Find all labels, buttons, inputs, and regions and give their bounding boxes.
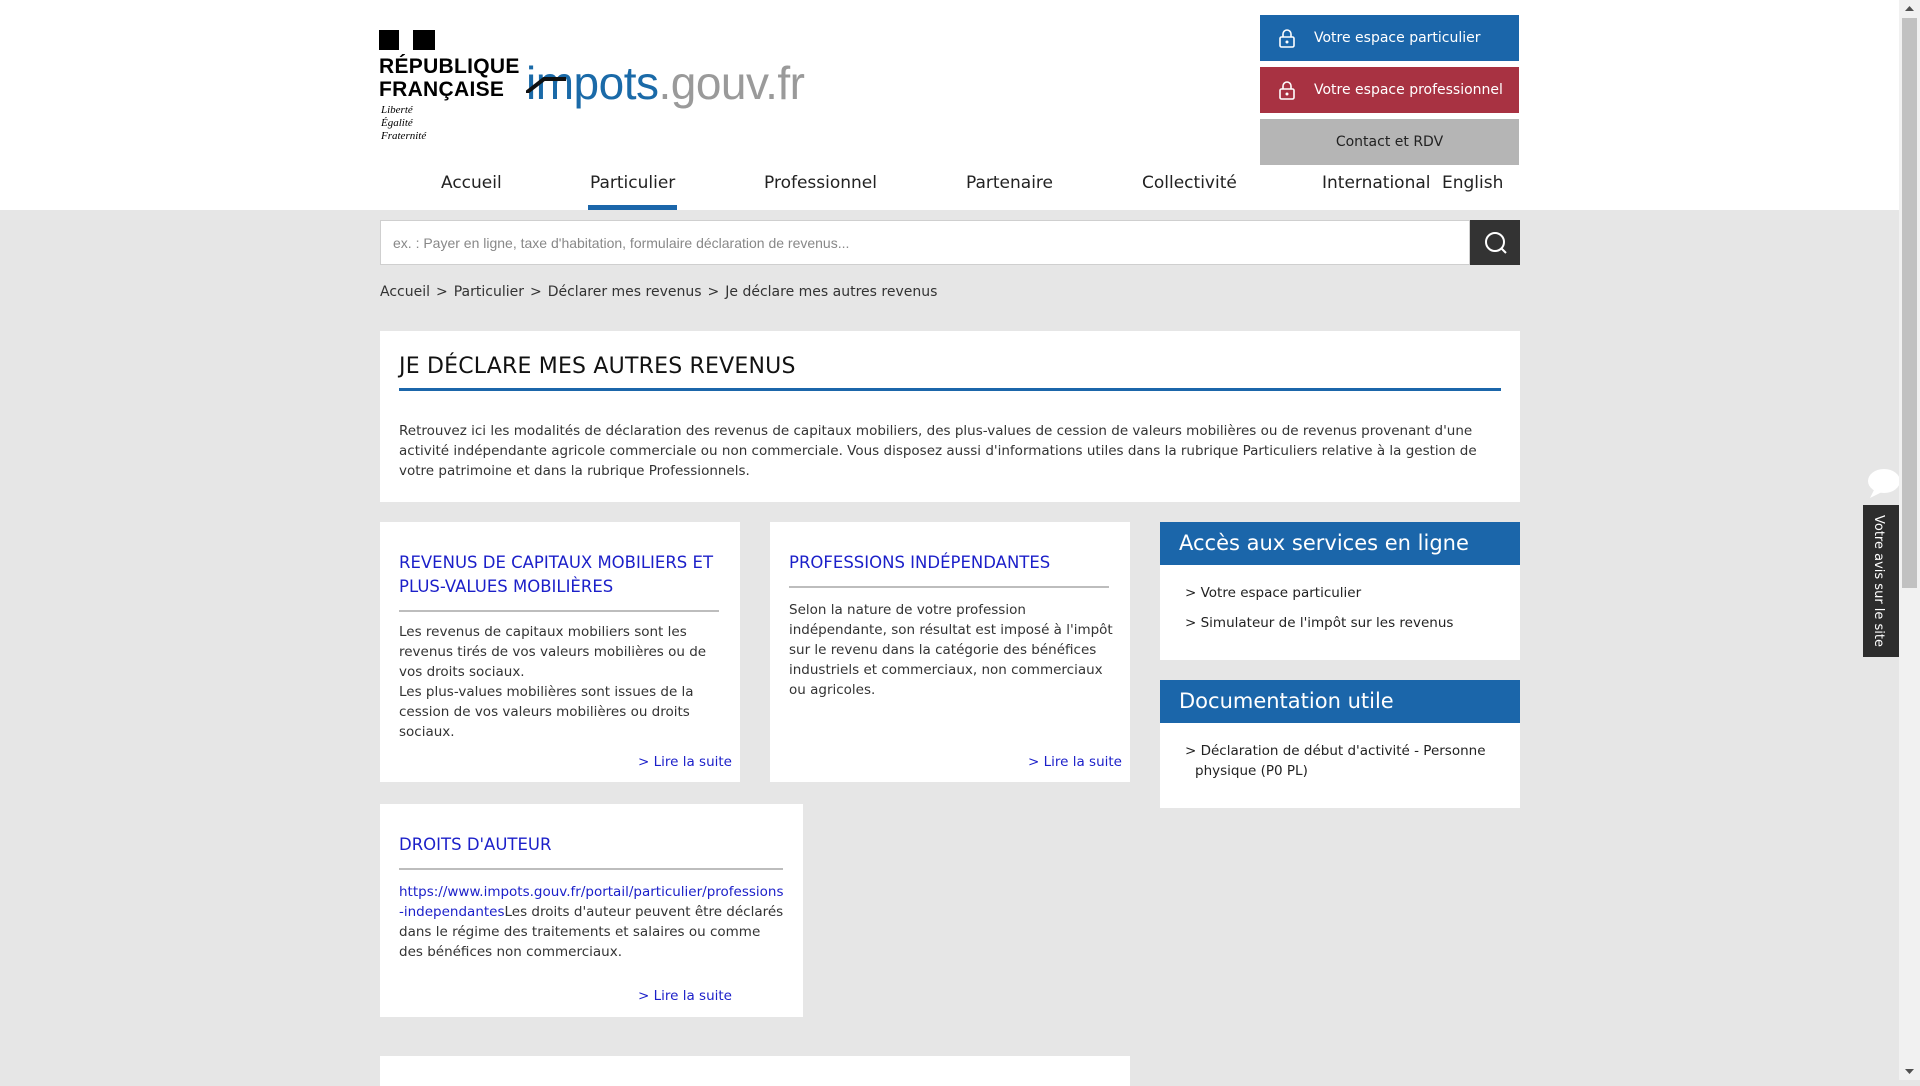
nav-english[interactable]: English <box>1442 173 1503 193</box>
nav-international[interactable]: International <box>1322 173 1431 193</box>
documentation-list: > Déclaration de début d'activité - Pers… <box>1160 723 1520 781</box>
breadcrumb-accueil[interactable]: Accueil <box>380 284 430 300</box>
nav-accueil[interactable]: Accueil <box>441 173 502 193</box>
card-divider <box>399 610 719 612</box>
arrow-up-icon[interactable] <box>1899 0 1920 17</box>
services-heading: Accès aux services en ligne <box>1160 522 1520 565</box>
services-list: > Votre espace particulier > Simulateur … <box>1160 565 1520 633</box>
sidebar-services: Accès aux services en ligne > Votre espa… <box>1160 522 1520 660</box>
logo-swoosh-icon <box>526 77 566 93</box>
scroll-thumb[interactable] <box>1902 18 1917 588</box>
espace-professionnel-button[interactable]: Votre espace professionnel <box>1260 67 1519 113</box>
speech-bubble-icon[interactable] <box>1864 466 1900 500</box>
breadcrumb-current: Je déclare mes autres revenus <box>725 284 938 300</box>
rf-name: RÉPUBLIQUE FRANÇAISE <box>379 55 520 101</box>
service-simulateur[interactable]: > Simulateur de l'impôt sur les revenus <box>1185 613 1495 633</box>
impots-gouv-logo[interactable]: impots.gouv.fr <box>526 55 805 111</box>
logo-gouv-text: .gouv.fr <box>658 57 805 109</box>
page-title: JE DÉCLARE MES AUTRES REVENUS <box>399 354 796 379</box>
marianne-icon <box>379 30 435 50</box>
feedback-label: Votre avis sur le site <box>1871 515 1886 648</box>
espace-professionnel-label: Votre espace professionnel <box>1314 82 1503 98</box>
card-capitaux-read-more[interactable]: > Lire la suite <box>638 754 732 770</box>
page-scrollbar[interactable] <box>1899 0 1920 1080</box>
republique-francaise-logo[interactable]: RÉPUBLIQUE FRANÇAISE Liberté Égalité Fra… <box>379 30 519 148</box>
card-auteur-title[interactable]: DROITS D'AUTEUR <box>399 833 783 857</box>
feedback-tab[interactable]: Votre avis sur le site <box>1863 505 1899 657</box>
search-icon <box>1485 231 1507 254</box>
breadcrumb: Accueil > Particulier > Déclarer mes revenus… <box>380 284 937 300</box>
rf-motto: Liberté Égalité Fraternité <box>381 104 427 142</box>
title-underline <box>399 388 1501 391</box>
intro-panel: JE DÉCLARE MES AUTRES REVENUS Retrouvez … <box>380 331 1520 502</box>
documentation-heading: Documentation utile <box>1160 680 1520 723</box>
espace-particulier-label: Votre espace particulier <box>1314 30 1481 46</box>
card-divider <box>399 868 783 870</box>
contact-rdv-button[interactable]: Contact et RDV <box>1260 119 1519 165</box>
card-capitaux-mobiliers: REVENUS DE CAPITAUX MOBILIERS ET PLUS-VA… <box>380 522 740 782</box>
nav-partenaire[interactable]: Partenaire <box>966 173 1053 193</box>
contact-rdv-label: Contact et RDV <box>1335 134 1444 150</box>
card-divider <box>789 586 1109 588</box>
card-capitaux-title[interactable]: REVENUS DE CAPITAUX MOBILIERS ET PLUS-VA… <box>399 551 719 599</box>
nav-professionnel[interactable]: Professionnel <box>764 173 877 193</box>
search-bar <box>380 220 1520 265</box>
breadcrumb-separator: > <box>529 284 542 300</box>
card-droits-auteur: DROITS D'AUTEUR https://www.impots.gouv.… <box>380 804 803 1017</box>
card-auteur-read-more[interactable]: > Lire la suite <box>638 988 732 1004</box>
card-independantes-title[interactable]: PROFESSIONS INDÉPENDANTES <box>789 551 1109 575</box>
search-button[interactable] <box>1470 220 1520 265</box>
breadcrumb-particulier[interactable]: Particulier <box>454 284 524 300</box>
service-espace-particulier[interactable]: > Votre espace particulier <box>1185 583 1495 603</box>
doc-declaration-debut-activite[interactable]: > Déclaration de début d'activité - Pers… <box>1185 741 1495 781</box>
search-input[interactable] <box>380 220 1470 265</box>
breadcrumb-separator: > <box>707 284 720 300</box>
intro-text: Retrouvez ici les modalités de déclarati… <box>399 423 1477 479</box>
lock-icon <box>1279 29 1295 48</box>
espace-particulier-button[interactable]: Votre espace particulier <box>1260 15 1519 61</box>
card-independantes-read-more[interactable]: > Lire la suite <box>1028 754 1122 770</box>
card-auteur-text: https://www.impots.gouv.fr/portail/parti… <box>399 882 784 962</box>
site-header: RÉPUBLIQUE FRANÇAISE Liberté Égalité Fra… <box>0 0 1899 210</box>
nav-collectivite[interactable]: Collectivité <box>1142 173 1237 193</box>
breadcrumb-separator: > <box>436 284 448 300</box>
card-capitaux-text: Les revenus de capitaux mobiliers sont l… <box>399 624 707 740</box>
card-partial <box>380 1056 1130 1086</box>
lock-icon <box>1279 81 1295 100</box>
card-professions-independantes: PROFESSIONS INDÉPENDANTES Selon la natur… <box>770 522 1130 782</box>
arrow-down-icon[interactable] <box>1899 1063 1920 1080</box>
breadcrumb-declarer[interactable]: Déclarer mes revenus <box>548 284 702 300</box>
nav-particulier[interactable]: Particulier <box>587 173 678 210</box>
main-nav: Accueil Particulier Professionnel Parten… <box>0 165 1899 210</box>
card-independantes-text: Selon la nature de votre profession indé… <box>789 602 1113 698</box>
sidebar-documentation: Documentation utile > Déclaration de déb… <box>1160 680 1520 808</box>
